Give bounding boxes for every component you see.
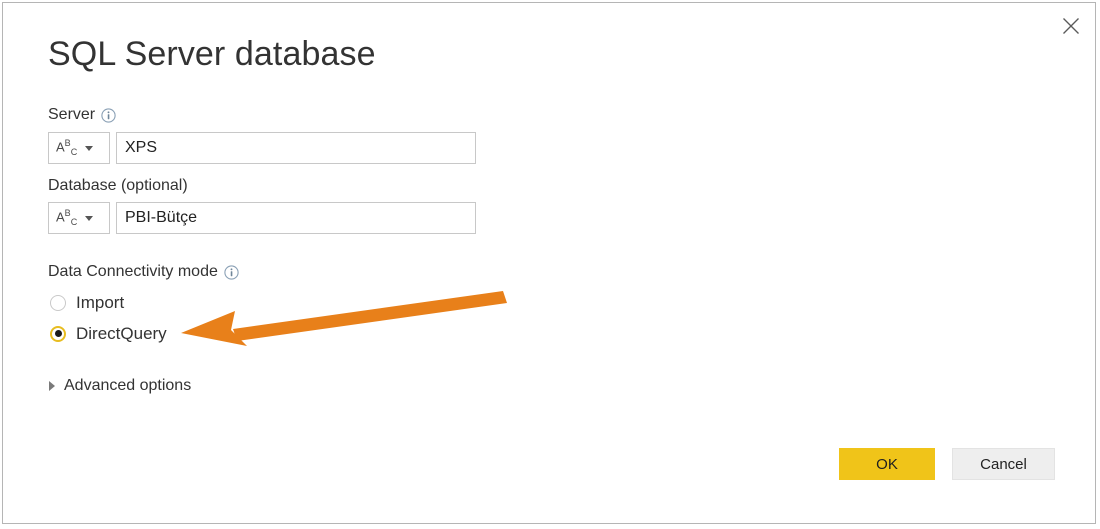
close-button[interactable] <box>1048 5 1093 47</box>
database-label: Database (optional) <box>48 178 188 194</box>
abc-glyph-c: C <box>70 146 78 157</box>
abc-glyph-a: A <box>56 209 65 225</box>
arrow-left-annotation <box>181 291 507 346</box>
server-label: Server <box>48 107 116 123</box>
radio-directquery[interactable]: DirectQuery <box>50 325 167 342</box>
database-type-picker[interactable]: ABC <box>48 202 110 234</box>
abc-text-type-icon: ABC <box>56 209 77 227</box>
radio-label-directquery: DirectQuery <box>76 324 167 343</box>
server-type-picker[interactable]: ABC <box>48 132 110 164</box>
radio-import[interactable]: Import <box>50 294 124 311</box>
page-title: SQL Server database <box>48 35 376 73</box>
connectivity-mode-label: Data Connectivity mode <box>48 264 239 280</box>
cancel-button[interactable]: Cancel <box>952 448 1055 480</box>
abc-glyph-a: A <box>56 139 65 155</box>
chevron-down-icon <box>85 215 94 221</box>
abc-glyph-c: C <box>70 216 78 227</box>
database-label-text: Database (optional) <box>48 177 188 194</box>
radio-dot <box>54 330 62 337</box>
info-icon[interactable] <box>101 107 116 123</box>
info-icon[interactable] <box>224 264 239 280</box>
close-icon <box>1062 17 1080 35</box>
server-label-text: Server <box>48 106 96 123</box>
advanced-options-toggle[interactable]: Advanced options <box>49 378 191 394</box>
advanced-options-label: Advanced options <box>64 377 192 394</box>
database-input[interactable] <box>116 202 476 234</box>
sql-server-database-dialog: SQL Server database Server ABC Database … <box>2 2 1096 524</box>
radio-indicator-directquery <box>50 325 66 342</box>
chevron-down-icon <box>85 145 94 151</box>
ok-button[interactable]: OK <box>839 448 935 480</box>
chevron-right-icon <box>49 381 55 391</box>
server-input[interactable] <box>116 132 476 164</box>
connectivity-mode-label-text: Data Connectivity mode <box>48 263 218 280</box>
abc-text-type-icon: ABC <box>56 139 77 157</box>
radio-label-import: Import <box>76 293 125 312</box>
radio-indicator-import <box>50 294 66 311</box>
